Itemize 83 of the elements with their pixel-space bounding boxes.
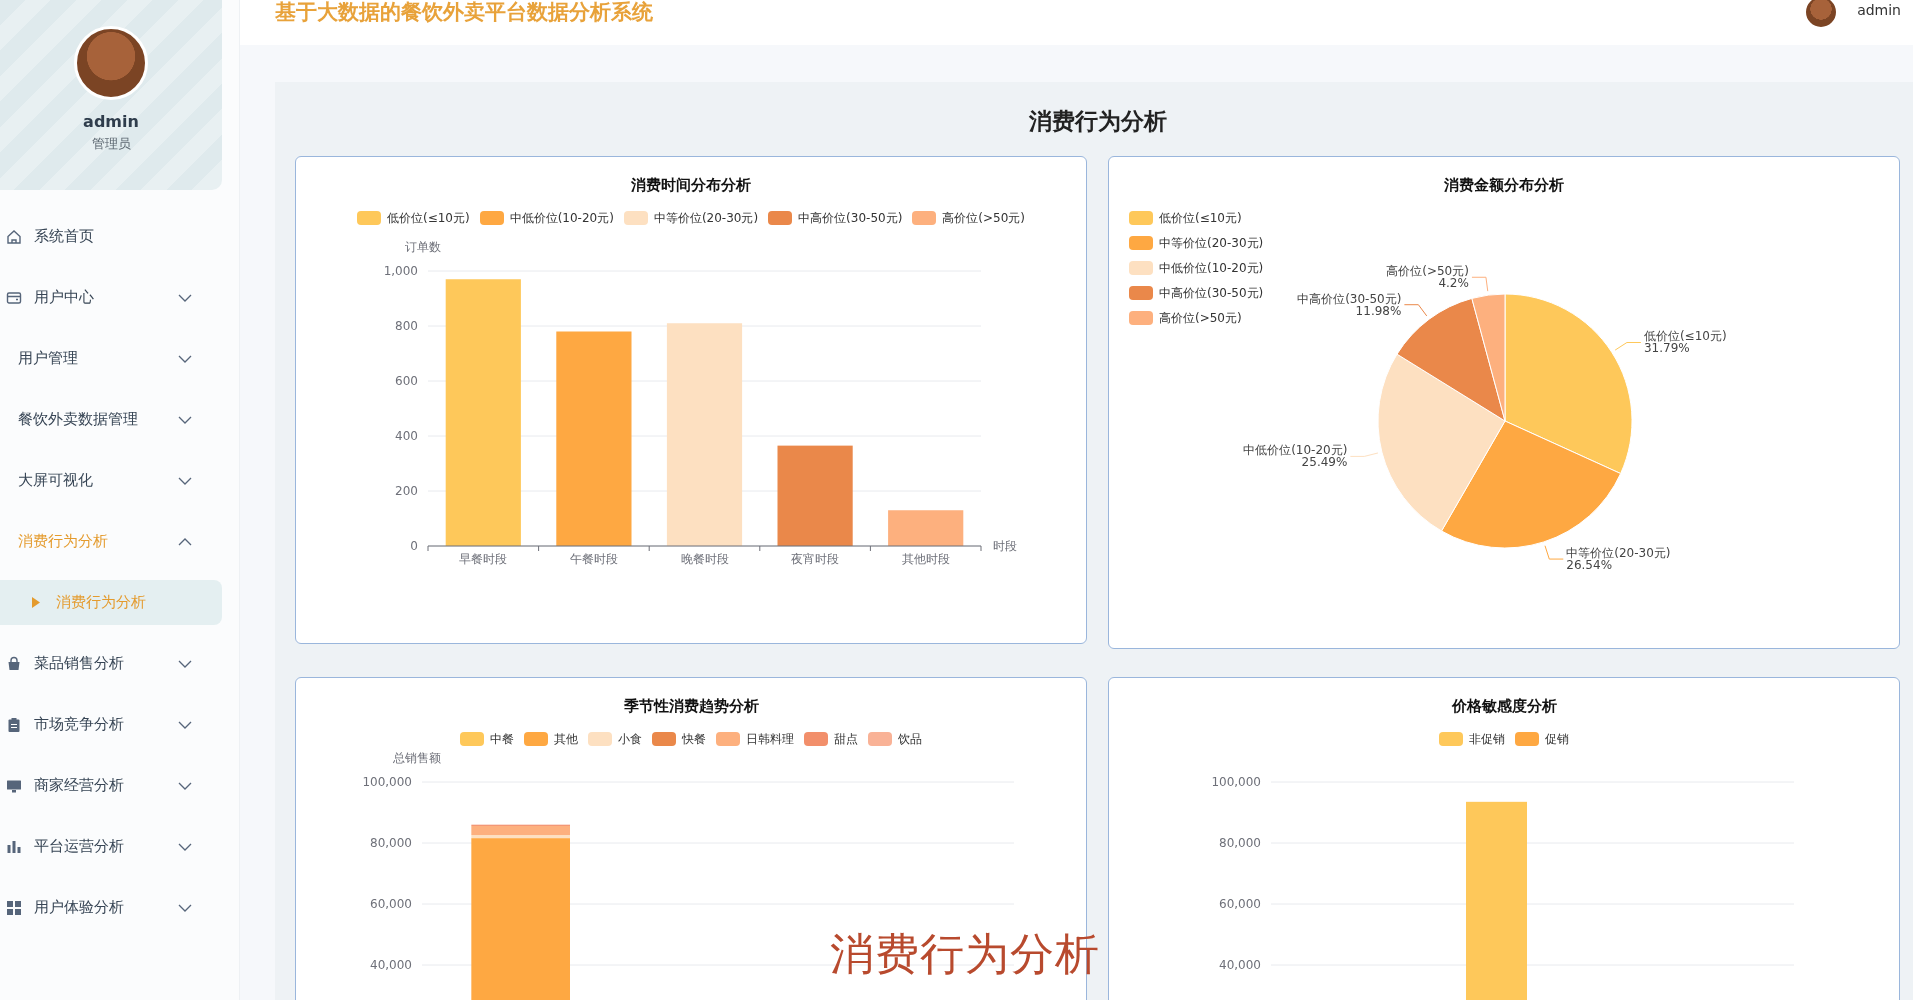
slice-value: 31.79% [1643, 341, 1690, 356]
caption: 消费行为分析 [830, 927, 1100, 981]
axis-tick-label: 100,000 [362, 775, 412, 789]
slice-label: 中等价位(20-30元) [1566, 546, 1671, 561]
axis-tick-label: 0 [410, 539, 418, 553]
card-icon [6, 289, 22, 306]
slice-label: 中高价位(30-50元) [1297, 291, 1402, 306]
legend-item[interactable]: 低价位(≤10元) [356, 209, 470, 227]
slice-value: 26.54% [1566, 558, 1613, 573]
user-role: 管理员 [91, 135, 131, 153]
legend-item[interactable]: 高价位(>50元) [1129, 309, 1264, 327]
chart-title: 消费时间分布分析 [630, 175, 752, 195]
menu-item[interactable]: 大屏可视化 [0, 450, 222, 511]
axis-tick-label: 60,000 [1219, 897, 1261, 911]
user-name: admin [83, 112, 139, 131]
menu-item[interactable]: 市场竞争分析 [0, 694, 222, 755]
axis-tick-label: 600 [395, 374, 418, 388]
axis-tick-label: 其他时段 [901, 552, 950, 566]
menu-item[interactable]: 用户管理 [0, 328, 222, 389]
axis-tick-label: 80,000 [370, 836, 412, 850]
legend-item[interactable]: 中低价位(10-20元) [1129, 259, 1264, 277]
legend-item[interactable]: 促销 [1515, 730, 1569, 748]
legend-item[interactable]: 日韩料理 [716, 730, 794, 748]
legend-item[interactable]: 甜点 [804, 730, 858, 748]
leader-line [1544, 545, 1564, 560]
axis-tick-label: 早餐时段 [459, 552, 508, 566]
menu-item[interactable]: 商家经营分析 [0, 755, 222, 816]
legend-item[interactable]: 饮品 [868, 730, 922, 748]
axis-title: 订单数 [405, 240, 441, 254]
legend-item[interactable]: 中等价位(20-30元) [623, 209, 759, 227]
axis-tick-label: 400 [395, 429, 418, 443]
legend-item[interactable]: 小食 [588, 730, 642, 748]
leader-line [1471, 276, 1489, 292]
axis-tick-label: 1,000 [383, 264, 418, 278]
axis-title: 时段 [993, 539, 1017, 553]
slice-value: 4.2% [1438, 276, 1469, 291]
chart-title: 季节性消费趋势分析 [622, 696, 760, 716]
menu-item[interactable]: 平台运营分析 [0, 816, 222, 877]
axis-tick-label: 夜宵时段 [791, 552, 840, 566]
slice-value: 11.98% [1355, 303, 1402, 318]
axis-tick-label: 晚餐时段 [680, 552, 729, 566]
menu-item[interactable]: 菜品销售分析 [0, 633, 222, 694]
axis-tick-label: 100,000 [1211, 775, 1261, 789]
slice-label: 高价位(>50元) [1386, 264, 1469, 279]
axis-tick-label: 800 [395, 319, 418, 333]
menu-item[interactable]: 用户中心 [0, 267, 222, 328]
bar-chart-icon [6, 838, 22, 855]
legend-item[interactable]: 中低价位(10-20元) [479, 209, 614, 227]
legend-item[interactable]: 中高价位(30-50元) [1129, 284, 1264, 302]
slice-label: 低价位(≤10元) [1643, 329, 1727, 344]
caret-icon [32, 597, 40, 608]
legend-item[interactable]: 中餐 [460, 730, 514, 748]
axis-title: 总销售额 [393, 751, 441, 765]
menu-item[interactable]: 系统首页 [0, 206, 222, 267]
legend-item[interactable]: 快餐 [652, 730, 706, 748]
menu-item[interactable]: 用户体验分析 [0, 877, 222, 938]
page-title: 消费行为分析 [1027, 107, 1168, 136]
legend-item[interactable]: 低价位(≤10元) [1129, 209, 1264, 227]
axis-tick-label: 60,000 [370, 897, 412, 911]
leader-line [1614, 342, 1642, 351]
slice-value: 25.49% [1301, 455, 1348, 470]
grid-icon [6, 899, 22, 916]
menu-item[interactable]: 餐饮外卖数据管理 [0, 389, 222, 450]
axis-tick-label: 午餐时段 [569, 552, 618, 566]
leader-line [1349, 452, 1379, 457]
bag-icon [6, 655, 22, 672]
legend-item[interactable]: 非促销 [1439, 730, 1505, 748]
app-title: 基于大数据的餐饮外卖平台数据分析系统 [275, 0, 653, 24]
chart-title: 消费金额分布分析 [1443, 175, 1565, 195]
legend-item[interactable]: 其他 [524, 730, 578, 748]
legend-item[interactable]: 中等价位(20-30元) [1129, 234, 1264, 252]
legend-item[interactable]: 高价位(>50元) [912, 209, 1026, 227]
user-name[interactable]: admin [1857, 2, 1901, 18]
axis-tick-label: 40,000 [1219, 958, 1261, 972]
home-icon [6, 228, 22, 245]
axis-tick-label: 40,000 [370, 958, 412, 972]
chart-title: 价格敏感度分析 [1450, 696, 1558, 716]
axis-tick-label: 80,000 [1219, 836, 1261, 850]
axis-tick-label: 200 [395, 484, 418, 498]
legend-item[interactable]: 中高价位(30-50元) [768, 209, 903, 227]
clipboard-icon [6, 716, 22, 733]
slice-label: 中低价位(10-20元) [1243, 443, 1348, 458]
leader-line [1403, 304, 1428, 317]
